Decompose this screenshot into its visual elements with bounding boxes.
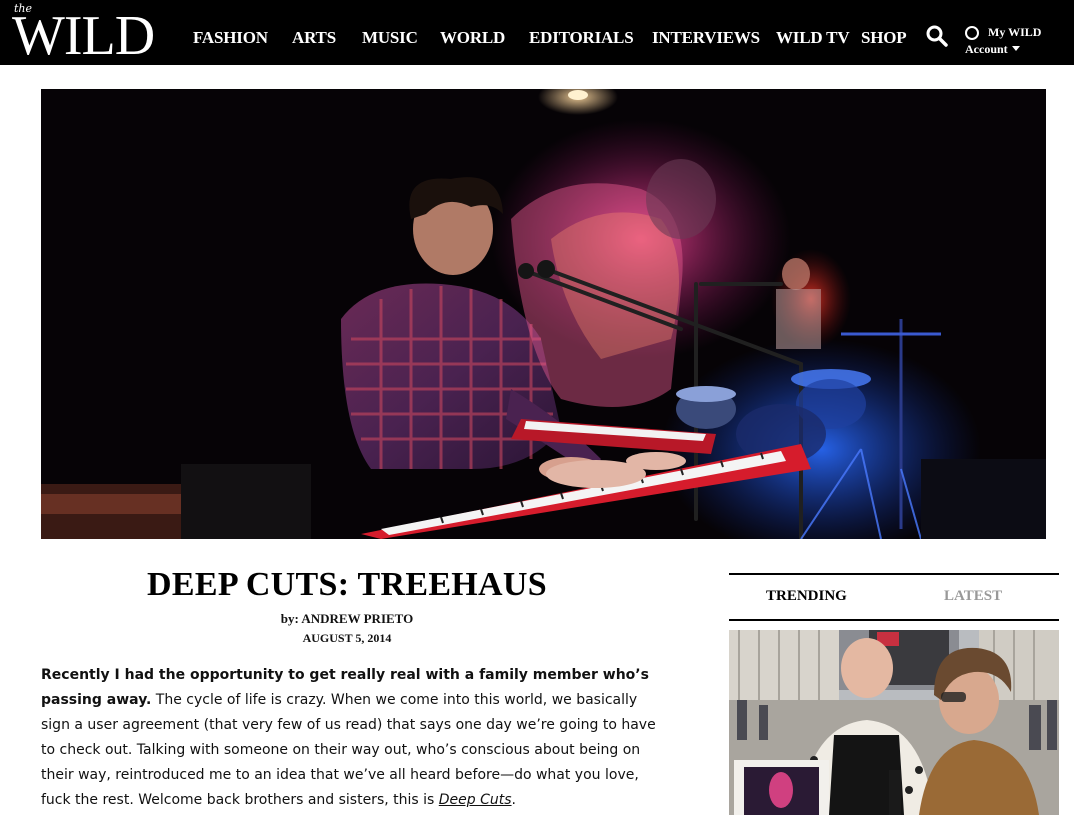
article-body: Recently I had the opportunity to get re… <box>41 663 661 813</box>
nav-arts[interactable]: ARTS <box>292 28 336 48</box>
account-icon <box>965 26 979 40</box>
tab-trending[interactable]: TRENDING <box>766 588 847 605</box>
site-logo[interactable]: the WILD <box>12 2 160 67</box>
nav-shop[interactable]: SHOP <box>861 28 907 48</box>
tab-latest[interactable]: LATEST <box>944 588 1002 605</box>
trending-article-image[interactable] <box>729 630 1059 815</box>
nav-music[interactable]: MUSIC <box>362 28 418 48</box>
chevron-down-icon <box>1011 46 1020 51</box>
account-label-line2: Account <box>965 41 1020 58</box>
deep-cuts-link[interactable]: Deep Cuts <box>439 792 512 808</box>
hero-image <box>41 89 1046 539</box>
nav-world[interactable]: WORLD <box>440 28 505 48</box>
logo-wild-text: WILD <box>12 5 155 67</box>
nav-wild-tv[interactable]: WILD TV <box>776 28 850 48</box>
article-date: AUGUST 5, 2014 <box>302 631 392 645</box>
article-title: DEEP CUTS: TREEHAUS <box>147 566 547 603</box>
nav-interviews[interactable]: INTERVIEWS <box>652 28 760 48</box>
account-label-line1: My WILD <box>988 25 1042 39</box>
nav-fashion[interactable]: FASHION <box>193 28 268 48</box>
article-intro-end: . <box>511 792 516 808</box>
article-byline[interactable]: by: ANDREW PRIETO <box>41 611 653 627</box>
top-navigation-bar: the WILD FASHION ARTS MUSIC WORLD EDITOR… <box>0 0 1074 65</box>
nav-editorials[interactable]: EDITORIALS <box>529 28 634 48</box>
article-intro-text: The cycle of life is crazy. When we come… <box>41 692 656 808</box>
search-icon[interactable] <box>926 25 948 47</box>
sidebar-tabs: TRENDING LATEST <box>729 573 1059 621</box>
